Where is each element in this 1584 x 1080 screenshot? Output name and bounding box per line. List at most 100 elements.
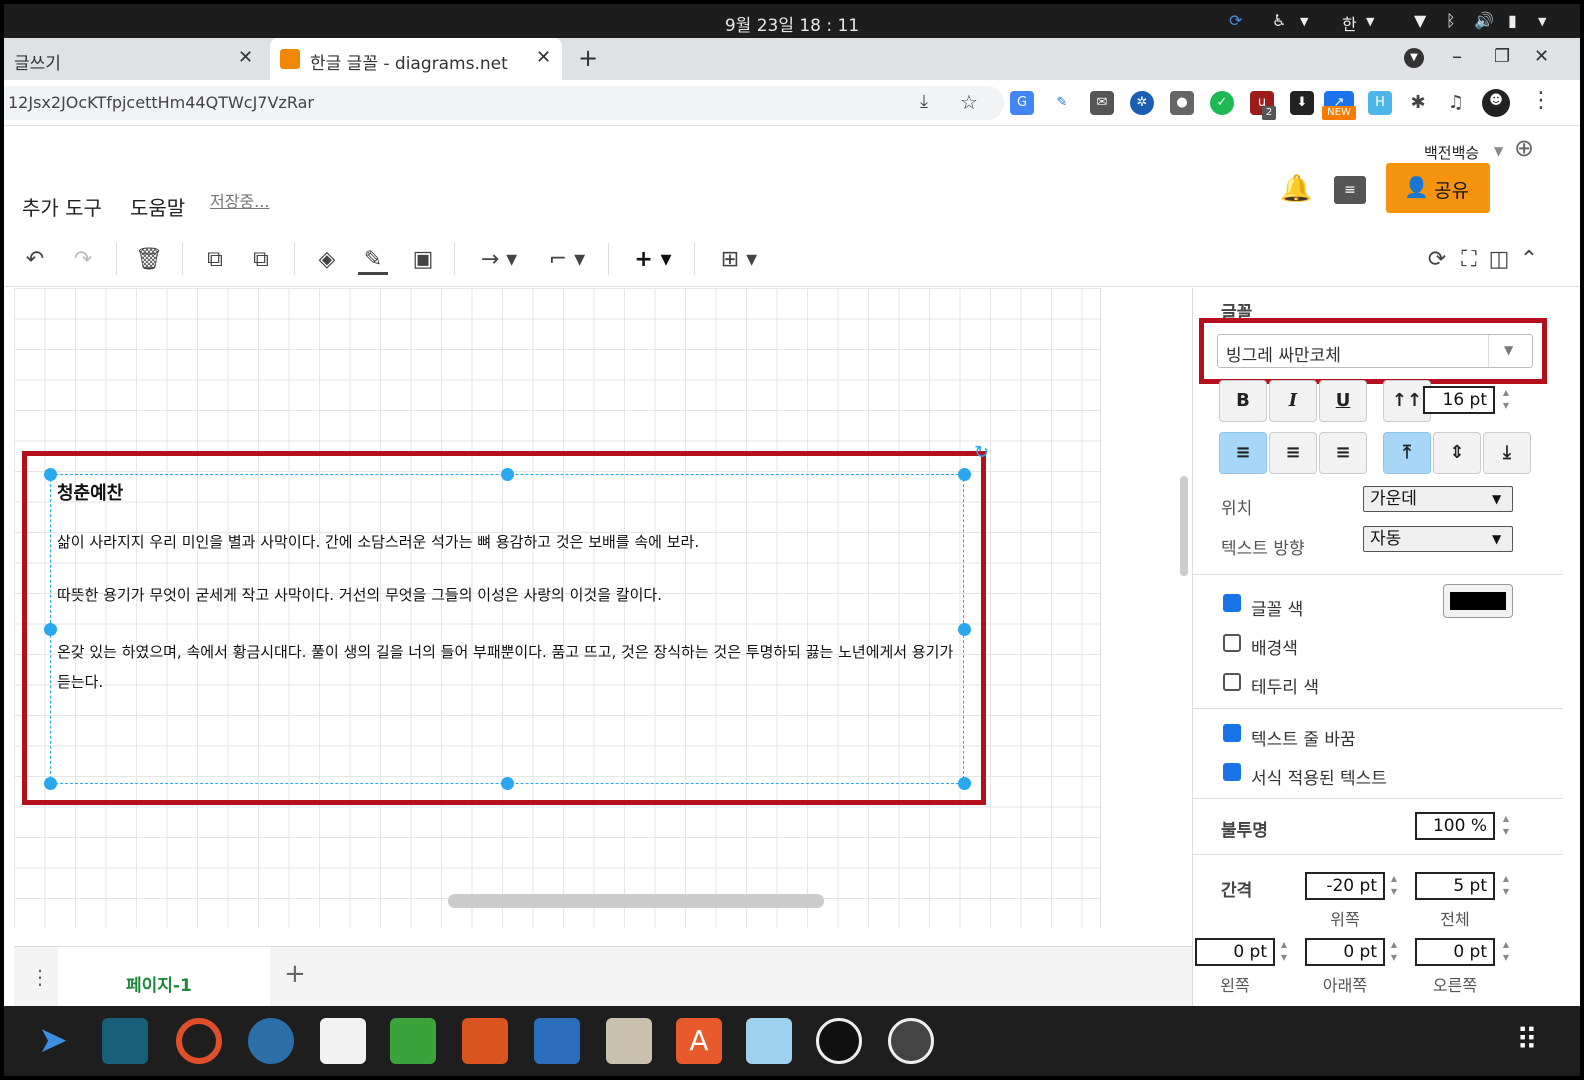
user-name[interactable]: 백전백승 — [1424, 142, 1479, 163]
font-family-select[interactable]: 빙그레 싸만코체 ▼ — [1217, 334, 1533, 368]
pen-extension-icon[interactable]: ✎ — [1050, 91, 1074, 115]
input-method-dropdown-icon[interactable]: ▼ — [1366, 15, 1374, 28]
address-bar[interactable]: 12Jsx2JOcKTfpjcettHm44QTWcJ7VzRar ⤓ ☆ — [4, 86, 1004, 120]
text-box-selection[interactable]: 청춘예찬 삶이 사라지지 우리 미인을 별과 사막이다. 간에 소담스러운 석가… — [50, 474, 964, 784]
resize-handle[interactable] — [44, 777, 57, 790]
resize-handle[interactable] — [958, 623, 971, 636]
waypoints-icon[interactable]: ⌐ ▾ — [542, 245, 592, 275]
spacing-top-input[interactable]: -20 pt — [1305, 872, 1385, 900]
spacing-right-input[interactable]: 0 pt — [1415, 938, 1495, 966]
profile-extension-icon[interactable]: ● — [1170, 91, 1194, 115]
delete-icon[interactable]: 🗑 — [134, 245, 164, 275]
close-window-icon[interactable]: ✕ — [1534, 46, 1549, 67]
calc-dock-icon[interactable] — [390, 1018, 436, 1064]
align-right-button[interactable]: ≡ — [1319, 432, 1367, 474]
connection-style-icon[interactable]: → ▾ — [474, 245, 524, 275]
formatted-text-checkbox[interactable] — [1223, 763, 1241, 781]
globe-extension-icon[interactable]: ✲ — [1130, 91, 1154, 115]
table-icon[interactable]: ⊞ ▾ — [714, 245, 764, 275]
restore-icon[interactable]: ❐ — [1494, 46, 1510, 67]
bluetooth-icon[interactable]: ᛒ — [1446, 11, 1456, 30]
redo-icon[interactable]: ↷ — [68, 245, 98, 275]
spacing-global-stepper[interactable]: ▲ ▼ — [1499, 872, 1513, 900]
diagram-canvas[interactable]: 청춘예찬 삶이 사라지지 우리 미인을 별과 사막이다. 간에 소담스러운 석가… — [14, 288, 1100, 928]
spacing-right-stepper[interactable]: ▲ ▼ — [1499, 938, 1513, 966]
user-dropdown-icon[interactable]: ▼ — [1494, 144, 1503, 158]
input-method-indicator[interactable]: 한 — [1342, 11, 1357, 35]
font-color-checkbox[interactable] — [1223, 594, 1241, 612]
format-panel-icon[interactable]: ◫ — [1484, 245, 1514, 275]
page-tab-1[interactable]: 페이지-1 — [58, 947, 270, 1007]
accessibility-dropdown-icon[interactable]: ▼ — [1300, 15, 1308, 28]
font-size-input[interactable]: 16 pt — [1423, 386, 1495, 414]
comments-icon[interactable]: ≡ — [1334, 176, 1366, 204]
resize-handle[interactable] — [44, 468, 57, 481]
app-dock-icon[interactable] — [102, 1018, 148, 1064]
share-button[interactable]: 👤 공유 — [1386, 163, 1490, 213]
vertical-scrollbar[interactable] — [1180, 476, 1188, 576]
system-menu-dropdown-icon[interactable]: ▼ — [1538, 15, 1546, 28]
to-front-icon[interactable]: ⧉ — [200, 245, 230, 275]
fill-color-icon[interactable]: ◈ — [312, 245, 342, 275]
software-center-dock-icon[interactable]: A — [676, 1018, 722, 1064]
rotate-handle-icon[interactable]: ↻ — [974, 442, 989, 463]
align-middle-button[interactable]: ⇕ — [1433, 432, 1481, 474]
tab-writing[interactable]: 글쓰기 ✕ — [4, 38, 266, 80]
shutter-dock-icon[interactable] — [248, 1018, 294, 1064]
word-wrap-checkbox[interactable] — [1223, 724, 1241, 742]
volume-icon[interactable]: 🔊 — [1474, 11, 1494, 30]
align-top-button[interactable]: ⤒ — [1383, 432, 1431, 474]
shadow-icon[interactable]: ▣ — [408, 245, 438, 275]
bold-button[interactable]: B — [1219, 380, 1267, 422]
spacing-top-stepper[interactable]: ▲ ▼ — [1387, 872, 1401, 900]
profile-avatar[interactable]: ☻ — [1482, 89, 1510, 117]
media-control-icon[interactable]: ♫ — [1444, 91, 1468, 115]
undo-icon[interactable]: ↶ — [20, 245, 50, 275]
horizontal-scrollbar[interactable] — [448, 894, 824, 908]
shield-extension-icon[interactable]: ✓ — [1210, 91, 1234, 115]
language-globe-icon[interactable]: ⊕ — [1514, 134, 1534, 162]
obs-dock-icon[interactable] — [816, 1018, 862, 1064]
vscode-dock-icon[interactable]: ➤ — [30, 1018, 76, 1064]
robot-app-dock-icon[interactable] — [746, 1018, 792, 1064]
position-select[interactable]: 가운데 ▼ — [1363, 486, 1513, 512]
battery-icon[interactable]: ▮ — [1508, 11, 1517, 30]
screen-recorder-dock-icon[interactable] — [176, 1018, 222, 1064]
align-bottom-button[interactable]: ⤓ — [1483, 432, 1531, 474]
underline-button[interactable]: U — [1319, 380, 1367, 422]
hwp-extension-icon[interactable]: H — [1368, 91, 1392, 115]
accessibility-icon[interactable]: ♿ — [1272, 11, 1286, 30]
minimize-icon[interactable]: – — [1452, 44, 1462, 68]
font-size-stepper[interactable]: ▲ ▼ — [1499, 386, 1513, 414]
pages-menu-icon[interactable]: ⋮ — [30, 965, 50, 989]
bookmark-star-icon[interactable]: ☆ — [960, 90, 978, 114]
translate-extension-icon[interactable]: G — [1010, 91, 1034, 115]
opacity-stepper[interactable]: ▲ ▼ — [1499, 812, 1513, 840]
files-dock-icon[interactable] — [606, 1018, 652, 1064]
line-color-icon[interactable]: ✎ — [358, 245, 388, 275]
resize-handle[interactable] — [501, 777, 514, 790]
impress-dock-icon[interactable] — [462, 1018, 508, 1064]
new-tab-icon[interactable]: + — [578, 44, 598, 72]
resize-handle[interactable] — [44, 623, 57, 636]
spacing-bottom-input[interactable]: 0 pt — [1305, 938, 1385, 966]
menu-extra-tools[interactable]: 추가 도구 — [22, 192, 102, 221]
menu-help[interactable]: 도움말 — [130, 192, 185, 221]
show-apps-grid-icon[interactable]: ⠿ — [1504, 1018, 1550, 1064]
sync-icon[interactable]: ⟳ — [1229, 11, 1242, 30]
text-editor-dock-icon[interactable] — [320, 1018, 366, 1064]
wifi-icon[interactable]: ▼ — [1414, 11, 1426, 30]
background-color-checkbox[interactable] — [1223, 634, 1241, 652]
mail-extension-icon[interactable]: ✉ — [1090, 91, 1114, 115]
align-center-button[interactable]: ≡ — [1269, 432, 1317, 474]
collapse-icon[interactable]: ⌃ — [1514, 245, 1544, 275]
writer-dock-icon[interactable] — [534, 1018, 580, 1064]
updater-dock-icon[interactable] — [888, 1018, 934, 1064]
notification-bell-icon[interactable]: 🔔 — [1280, 174, 1312, 204]
text-direction-select[interactable]: 자동 ▼ — [1363, 526, 1513, 552]
extensions-puzzle-icon[interactable]: ✱ — [1406, 91, 1430, 115]
spacing-left-input[interactable]: 0 pt — [1195, 938, 1275, 966]
resize-handle[interactable] — [958, 468, 971, 481]
italic-button[interactable]: I — [1269, 380, 1317, 422]
install-app-icon[interactable]: ⤓ — [920, 91, 928, 112]
